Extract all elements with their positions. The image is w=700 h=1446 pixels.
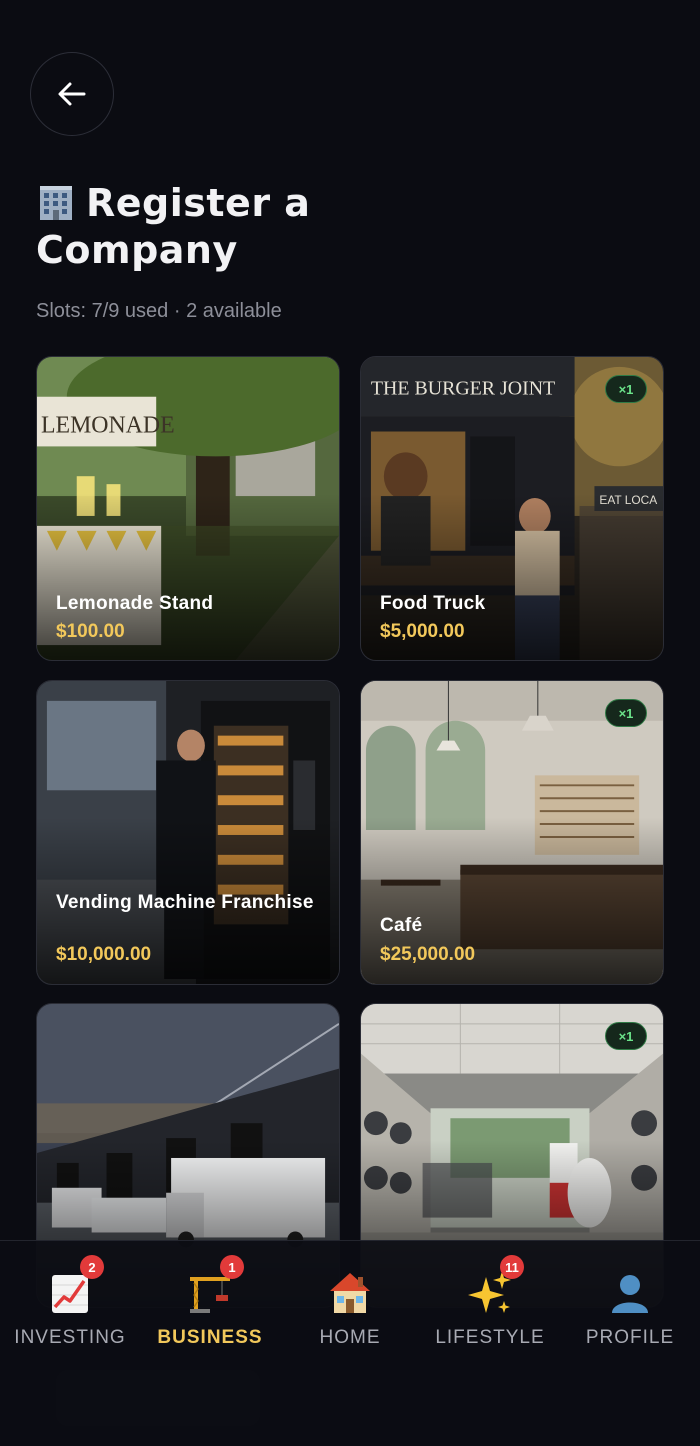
nav-item-lifestyle[interactable]: 11 LIFESTYLE xyxy=(420,1255,560,1349)
nav-label: BUSINESS xyxy=(157,1327,263,1348)
arrow-left-icon xyxy=(58,82,86,106)
owned-count-badge: ×1 xyxy=(605,375,647,403)
company-price: $10,000.00 xyxy=(56,944,152,965)
page-title-text: Register a Company xyxy=(36,181,311,272)
owned-count-badge: ×1 xyxy=(605,699,647,727)
page-title: Register a Company xyxy=(36,180,476,274)
company-name: Food Truck xyxy=(380,593,486,614)
nav-item-profile[interactable]: PROFILE xyxy=(560,1269,700,1349)
office-building-icon xyxy=(40,186,72,220)
company-name: Vending Machine Franchise xyxy=(56,892,314,913)
house-icon xyxy=(330,1273,370,1313)
nav-item-investing[interactable]: 2 INVESTING xyxy=(0,1255,140,1349)
notification-badge: 2 xyxy=(80,1255,104,1279)
company-price: $25,000.00 xyxy=(380,944,476,965)
company-name: Café xyxy=(380,915,423,936)
slots-status: Slots: 7/9 used · 2 available xyxy=(36,300,282,322)
nav-label: PROFILE xyxy=(585,1327,675,1348)
company-card-lemonade-stand[interactable]: LEMONADE Lemonade Stand $100.00 xyxy=(36,356,340,661)
nav-item-business[interactable]: 1 BUSINESS xyxy=(140,1255,280,1349)
back-button[interactable] xyxy=(30,52,114,136)
page-title-row: Register a Company xyxy=(36,180,476,274)
owned-count-badge: ×1 xyxy=(605,1022,647,1050)
nav-label: LIFESTYLE xyxy=(435,1327,545,1348)
nav-label: HOME xyxy=(319,1327,381,1348)
company-card-cafe[interactable]: ×1 Café $25,000.00 xyxy=(360,680,664,985)
company-price: $100.00 xyxy=(56,621,125,642)
company-name: Lemonade Stand xyxy=(56,593,214,614)
company-card-food-truck[interactable]: THE BURGER JOINT EAT LOCA ×1 Food Truck … xyxy=(360,356,664,661)
company-price: $5,000.00 xyxy=(380,621,465,642)
notification-badge: 1 xyxy=(220,1255,244,1279)
bottom-navigation: 2 INVESTING 1 BUSINESS HOME 11 LIFESTYLE… xyxy=(0,1240,700,1446)
nav-item-home[interactable]: HOME xyxy=(280,1269,420,1349)
notification-badge: 11 xyxy=(500,1255,524,1279)
person-silhouette-icon xyxy=(612,1275,648,1313)
nav-label: INVESTING xyxy=(14,1327,126,1348)
company-card-vending-machine-franchise[interactable]: Vending Machine Franchise $10,000.00 xyxy=(36,680,340,985)
